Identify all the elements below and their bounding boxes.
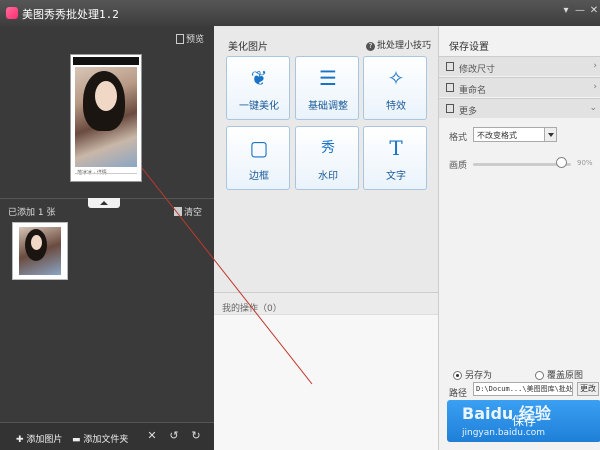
watermark-url: jingyan.baidu.com: [462, 428, 546, 438]
tile-one-click-beautify[interactable]: ❦ 一键美化: [226, 56, 290, 120]
plus-icon: ✚: [16, 435, 27, 445]
clear-label: 清空: [184, 208, 203, 218]
tile-label: 水印: [318, 171, 338, 182]
watermark: Baidu 经验 jingyan.baidu.com: [462, 398, 592, 448]
question-icon: ?: [366, 42, 375, 51]
watermark-icon: 秀: [321, 140, 335, 156]
overwrite-label: 覆盖原图: [547, 371, 584, 381]
watermark-logo: Baidu 经验: [462, 404, 551, 423]
tile-basic-adjust[interactable]: ☰ 基础调整: [295, 56, 359, 120]
radio-selected-icon: [453, 371, 462, 380]
clear-button[interactable]: 清空: [174, 205, 202, 218]
section-more[interactable]: 更多 ⌄: [439, 98, 600, 118]
preview-image: 范冰冰 · 详情: [70, 54, 142, 182]
trash-icon: [174, 207, 182, 216]
tile-label: 边框: [249, 171, 269, 182]
rotate-left-icon[interactable]: ↺: [168, 430, 180, 442]
collapse-preview-button[interactable]: [88, 198, 120, 208]
added-count: 已添加 1 张: [8, 208, 56, 218]
window-title: 美图秀秀批处理1.2: [22, 8, 119, 21]
add-image-button[interactable]: ✚ 添加图片: [16, 432, 62, 445]
my-operations-label: 我的操作（0）: [222, 304, 282, 314]
minimize-icon[interactable]: —: [574, 5, 586, 17]
image-thumbnail[interactable]: [12, 222, 68, 280]
chevron-down-icon: [544, 128, 556, 141]
tips-label: 批处理小技巧: [377, 41, 432, 51]
crop-icon: [446, 62, 454, 71]
add-folder-label: 添加文件夹: [83, 435, 129, 445]
save-settings-panel: 保存设置 修改尺寸 › 重命名 › 更多 ⌄ 格式 不改变格式 画质 90% 另…: [438, 26, 600, 450]
delete-icon[interactable]: ✕: [146, 430, 158, 442]
preview-label: 预览: [186, 35, 205, 45]
chevron-down-icon: ⌄: [589, 103, 597, 113]
path-field[interactable]: D:\Docum...\美图图库\批处: [473, 382, 573, 396]
tile-frame[interactable]: ▢ 边框: [226, 126, 290, 190]
tile-label: 基础调整: [308, 101, 348, 112]
more-icon: [446, 104, 454, 113]
tips-link[interactable]: ? 批处理小技巧: [366, 38, 431, 51]
tile-effects[interactable]: ✧ 特效: [363, 56, 427, 120]
format-select[interactable]: 不改变格式: [473, 127, 557, 142]
overwrite-option[interactable]: 覆盖原图: [535, 368, 583, 381]
tile-watermark[interactable]: 秀 水印: [295, 126, 359, 190]
section-label: 更多: [459, 107, 478, 117]
quality-value: 90%: [577, 159, 593, 167]
tile-text[interactable]: T 文字: [363, 126, 427, 190]
section-resize[interactable]: 修改尺寸 ›: [439, 56, 600, 76]
chevron-right-icon: ›: [593, 61, 597, 71]
tile-label: 特效: [386, 101, 406, 112]
magic-wand-icon: ✧: [387, 66, 405, 90]
menu-icon[interactable]: ▾: [560, 5, 572, 17]
title-bar: 美图秀秀批处理1.2 ▾ — ✕: [0, 0, 600, 26]
text-icon: T: [389, 136, 403, 160]
beautify-title: 美化图片: [228, 42, 268, 53]
app-logo-icon: [6, 7, 18, 19]
quality-label: 画质: [449, 161, 468, 171]
image-list-panel: 预览 范冰冰 · 详情 已添加 1 张 清空 ✚ 添加图片 ▬ 添加文件夹 ✕ …: [0, 26, 214, 450]
close-icon[interactable]: ✕: [588, 5, 600, 17]
left-toolbar: ✚ 添加图片 ▬ 添加文件夹 ✕ ↺ ↻: [0, 422, 214, 450]
beautify-panel: 美化图片 ? 批处理小技巧 ❦ 一键美化 ☰ 基础调整 ✧ 特效 ▢ 边框 秀 水…: [214, 26, 438, 450]
rotate-right-icon[interactable]: ↻: [190, 430, 202, 442]
quality-slider-handle[interactable]: [555, 157, 567, 168]
add-folder-button[interactable]: ▬ 添加文件夹: [72, 432, 128, 445]
added-bar: 已添加 1 张 清空: [0, 198, 214, 218]
format-label: 格式: [449, 133, 468, 143]
save-settings-title: 保存设置: [449, 42, 489, 53]
chevron-right-icon: ›: [593, 82, 597, 92]
change-path-button[interactable]: 更改: [577, 382, 599, 396]
tulip-icon: ❦: [250, 66, 268, 90]
preview-icon: [176, 34, 184, 44]
rename-icon: [446, 83, 454, 92]
preview-button[interactable]: 预览: [176, 32, 204, 45]
save-as-label: 另存为: [465, 371, 493, 381]
frame-icon: ▢: [249, 136, 269, 160]
format-value: 不改变格式: [477, 131, 517, 140]
section-rename[interactable]: 重命名 ›: [439, 77, 600, 97]
tile-label: 一键美化: [239, 101, 279, 112]
sliders-icon: ☰: [319, 66, 337, 90]
folder-icon: ▬: [72, 435, 84, 445]
add-image-label: 添加图片: [26, 435, 63, 445]
tile-label: 文字: [386, 171, 406, 182]
section-label: 修改尺寸: [459, 65, 496, 75]
section-label: 重命名: [459, 86, 487, 96]
radio-icon: [535, 371, 544, 380]
save-as-option[interactable]: 另存为: [453, 368, 492, 381]
my-operations-list: [214, 314, 438, 450]
